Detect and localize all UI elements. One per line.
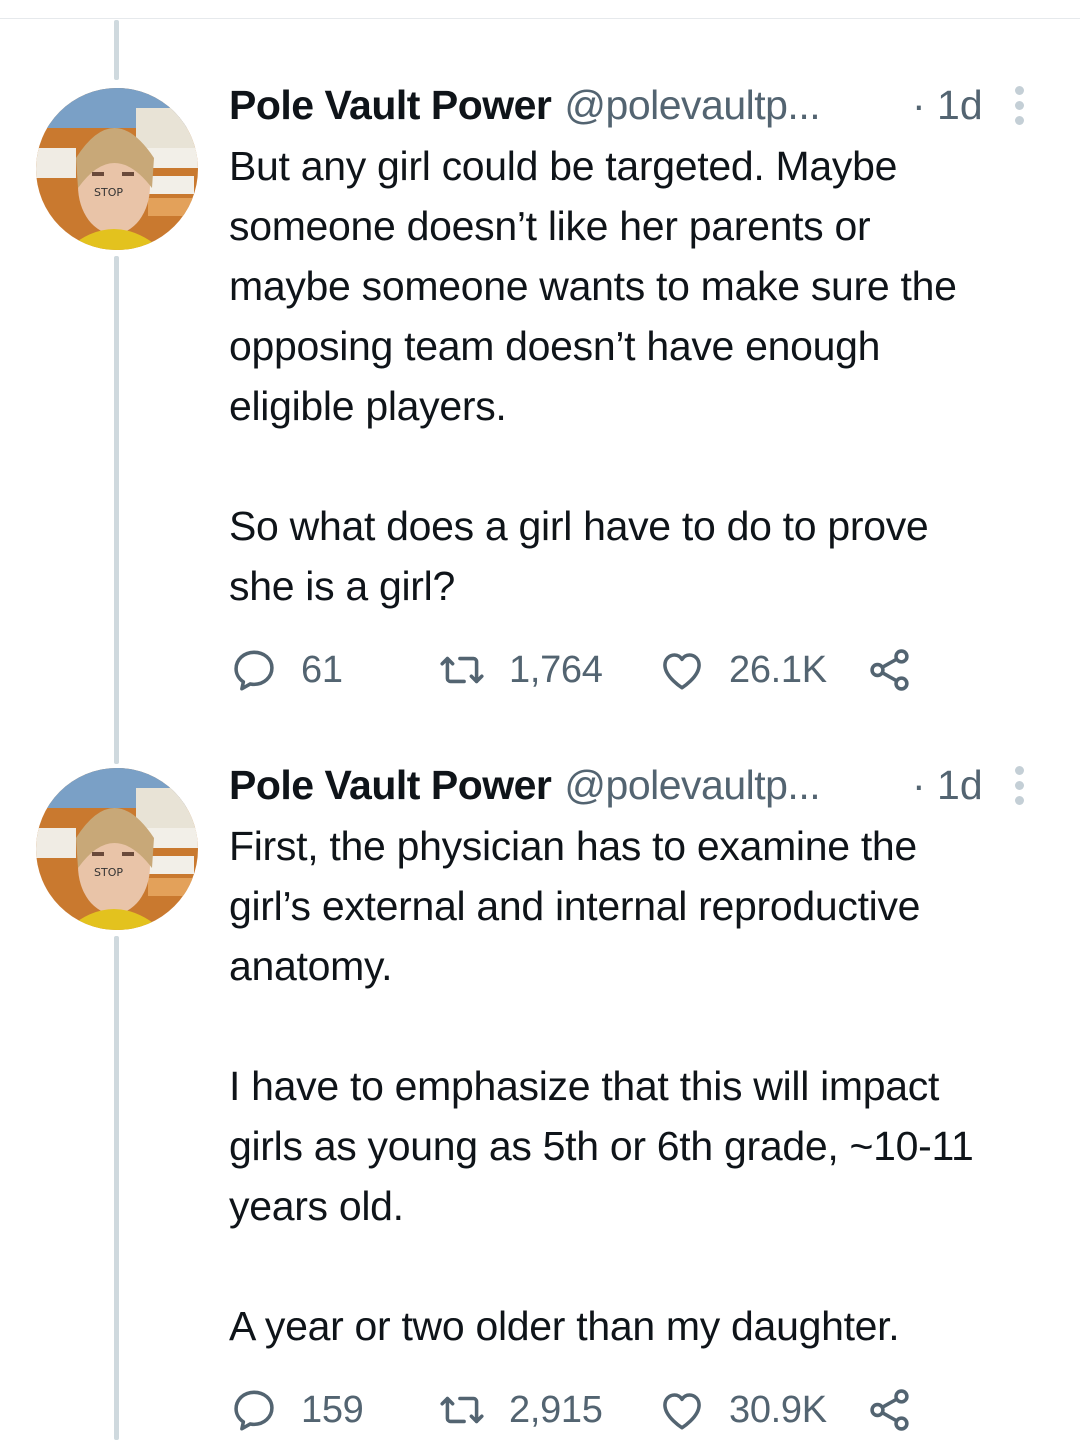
share-button[interactable]	[865, 1380, 915, 1440]
retweet-count: 1,764	[509, 648, 603, 691]
tweet-actions: 61 1,764 26.1K	[229, 640, 949, 700]
display-name[interactable]: Pole Vault Power	[229, 760, 552, 810]
thread-line	[114, 256, 119, 764]
retweet-icon	[440, 656, 484, 684]
like-count: 30.9K	[729, 1388, 827, 1431]
retweet-button[interactable]: 2,915	[437, 1380, 603, 1440]
top-divider	[0, 18, 1080, 19]
share-icon	[870, 649, 909, 691]
like-button[interactable]: 26.1K	[657, 640, 827, 700]
avatar[interactable]: STOP	[36, 88, 198, 250]
heart-icon	[663, 653, 701, 690]
reply-button[interactable]: 159	[229, 1380, 364, 1440]
handle[interactable]: @polevaultp...	[564, 80, 820, 130]
tweet-paragraph: A year or two older than my daughter.	[229, 1303, 900, 1349]
retweet-icon	[440, 1396, 484, 1424]
reply-count: 61	[301, 648, 343, 691]
more-vertical-icon[interactable]	[1010, 86, 1030, 126]
tweet-text: But any girl could be targeted. Maybe so…	[229, 136, 1059, 616]
tweet-paragraph: But any girl could be targeted. Maybe so…	[229, 143, 957, 429]
thread-line	[114, 936, 119, 1440]
retweet-button[interactable]: 1,764	[437, 640, 603, 700]
reply-count: 159	[301, 1388, 364, 1431]
tweet-text: First, the physician has to examine the …	[229, 816, 1059, 1356]
like-count: 26.1K	[729, 648, 827, 691]
svg-text:STOP: STOP	[94, 866, 123, 879]
more-vertical-icon[interactable]	[1010, 766, 1030, 806]
tweet-actions: 159 2,915 30.9K	[229, 1380, 949, 1440]
heart-icon	[663, 1393, 701, 1430]
tweet-paragraph: So what does a girl have to do to prove …	[229, 503, 929, 609]
tweet-paragraph: I have to emphasize that this will impac…	[229, 1063, 974, 1229]
reply-icon	[234, 650, 274, 691]
handle[interactable]: @polevaultp...	[564, 760, 820, 810]
share-button[interactable]	[865, 640, 915, 700]
reply-icon	[234, 1390, 274, 1431]
reply-button[interactable]: 61	[229, 640, 343, 700]
avatar[interactable]: STOP	[36, 768, 198, 930]
retweet-count: 2,915	[509, 1388, 603, 1431]
share-icon	[870, 1389, 909, 1431]
thread-line	[114, 20, 119, 80]
timestamp[interactable]: · 1d	[912, 760, 983, 810]
tweet-paragraph: First, the physician has to examine the …	[229, 823, 921, 989]
like-button[interactable]: 30.9K	[657, 1380, 827, 1440]
display-name[interactable]: Pole Vault Power	[229, 80, 552, 130]
svg-text:STOP: STOP	[94, 186, 123, 199]
timestamp[interactable]: · 1d	[912, 80, 983, 130]
